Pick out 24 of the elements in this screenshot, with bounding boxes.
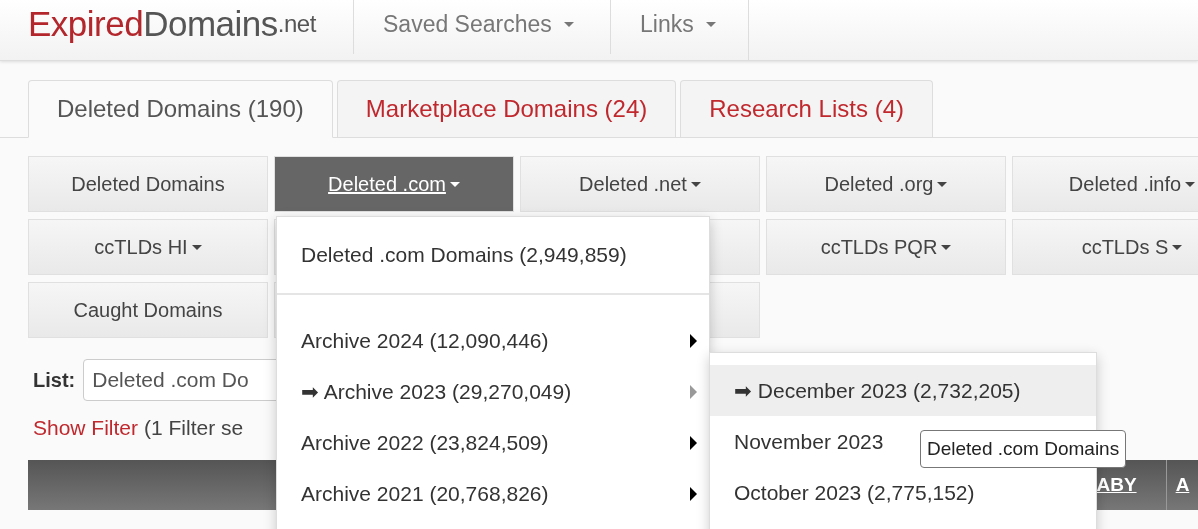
nav-menu[interactable]: Links: [610, 0, 748, 54]
menu-item[interactable]: Deleted .com Domains (2,949,859): [277, 217, 709, 295]
tooltip: Deleted .com Domains: [920, 430, 1127, 468]
column-header[interactable]: A: [1166, 460, 1198, 510]
filter-button[interactable]: ccTLDs HI: [28, 219, 268, 275]
filter-note: (1 Filter se: [144, 416, 244, 440]
filter-button[interactable]: Caught Domains: [28, 282, 268, 338]
menu-item[interactable]: ➡ December 2023 (2,732,205): [710, 365, 1096, 416]
filter-button[interactable]: ccTLDs S: [1012, 219, 1198, 275]
filter-button[interactable]: Deleted .net: [520, 156, 760, 212]
site-logo[interactable]: ExpiredDomains.net: [0, 0, 353, 54]
tab[interactable]: Marketplace Domains (24): [336, 80, 677, 137]
show-filter-link[interactable]: Show Filter: [33, 416, 139, 440]
nav-menu[interactable]: Saved Searches: [353, 0, 610, 54]
tab[interactable]: Research Lists (4): [680, 80, 933, 137]
filter-button[interactable]: ccTLDs PQR: [766, 219, 1006, 275]
filter-button[interactable]: Deleted .info: [1012, 156, 1198, 212]
filter-button[interactable]: Deleted .org: [766, 156, 1006, 212]
menu-item[interactable]: Archive 2022 (23,824,509): [277, 417, 709, 468]
filter-button[interactable]: Deleted .com: [274, 156, 514, 212]
list-label: List:: [33, 368, 76, 392]
tab[interactable]: Deleted Domains (190): [28, 80, 333, 138]
filter-button[interactable]: Deleted Domains: [28, 156, 268, 212]
menu-item[interactable]: Archive 2021 (20,768,826): [277, 468, 709, 519]
